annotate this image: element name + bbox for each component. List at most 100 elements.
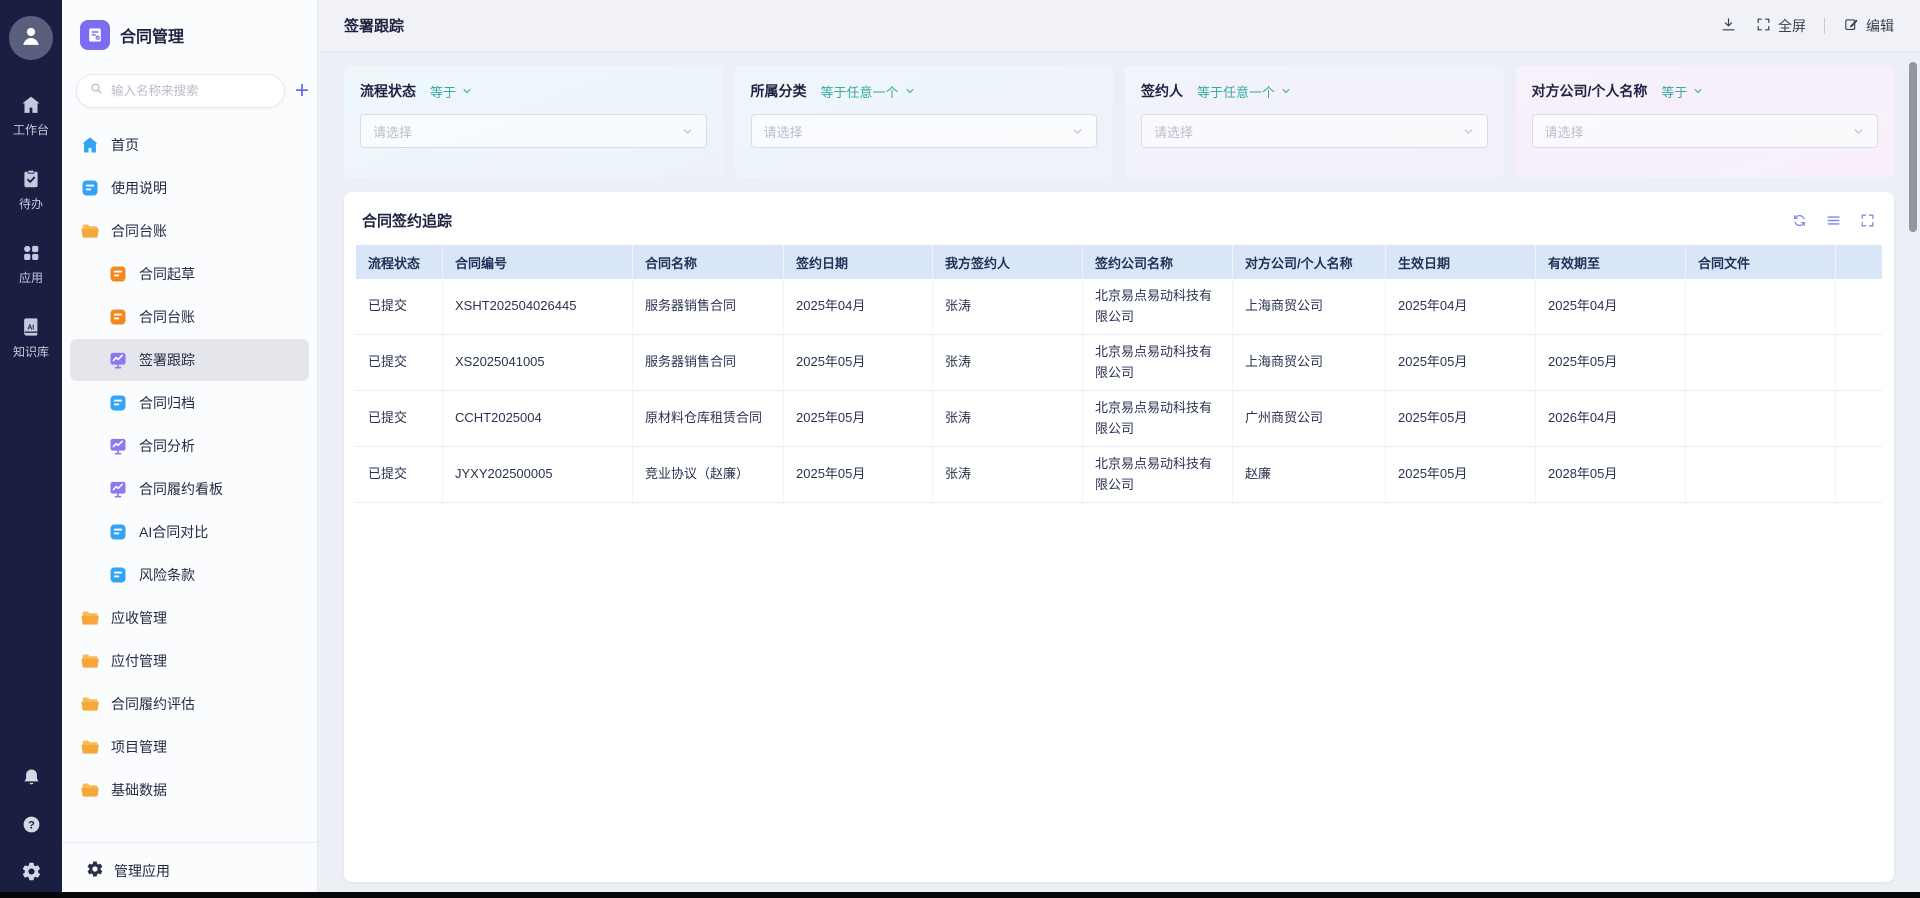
edit-icon: [1843, 16, 1860, 36]
table-cell: 服务器销售合同: [633, 335, 784, 390]
filter-row: 流程状态 等于 请选择 所属分类 等于任意一个 请选择 签约人 等于任意一个: [344, 66, 1894, 178]
table-cell: 已提交: [356, 447, 443, 502]
sidebar-item-使用说明[interactable]: 使用说明: [70, 167, 309, 209]
table-cell: XS2025041005: [443, 335, 633, 390]
folder-icon: [80, 780, 100, 800]
refresh-icon[interactable]: [1791, 212, 1808, 229]
sidebar-item-项目管理[interactable]: 项目管理: [70, 726, 309, 768]
download-button[interactable]: [1720, 16, 1737, 36]
filter-card-2: 所属分类 等于任意一个 请选择: [735, 66, 1114, 178]
sidebar-item-合同归档[interactable]: 合同归档: [70, 382, 309, 424]
filter-head: 流程状态 等于: [360, 81, 707, 101]
sidebar-item-合同起草[interactable]: 合同起草: [70, 253, 309, 295]
search-input[interactable]: [111, 84, 272, 98]
sidebar-item-label: 使用说明: [111, 178, 167, 198]
table-cell: 2025年04月: [784, 279, 933, 334]
help-icon[interactable]: ?: [21, 814, 42, 835]
filter-operator-dropdown[interactable]: 等于任意一个: [821, 82, 916, 101]
sidebar-item-label: 合同履约评估: [111, 694, 195, 714]
scrollbar-thumb[interactable]: [1909, 62, 1917, 232]
sidebar-item-应付管理[interactable]: 应付管理: [70, 640, 309, 682]
sidebar-item-签署跟踪[interactable]: 签署跟踪: [70, 339, 309, 381]
filter-operator-dropdown[interactable]: 等于: [430, 82, 473, 101]
page-title: 签署跟踪: [344, 15, 404, 36]
edit-button[interactable]: 编辑: [1843, 16, 1894, 36]
settings-gear-icon[interactable]: [21, 861, 42, 882]
sidebar-item-合同分析[interactable]: 合同分析: [70, 425, 309, 467]
bottom-edge-bar: [0, 892, 1920, 898]
table-row-1[interactable]: 已提交XSHT202504026445服务器销售合同2025年04月张涛北京易点…: [356, 279, 1882, 335]
table-cell: 赵廉: [1233, 447, 1386, 502]
topbar: 签署跟踪 全屏 编辑: [318, 0, 1920, 52]
table-cell: 北京易点易动科技有限公司: [1083, 335, 1233, 390]
table-row-4[interactable]: 已提交JYXY202500005竞业协议（赵廉）2025年05月张涛北京易点易动…: [356, 447, 1882, 503]
table-cell: 2025年05月: [784, 391, 933, 446]
filter-card-4: 对方公司/个人名称 等于 请选择: [1516, 66, 1895, 178]
column-header: 签约公司名称: [1083, 245, 1233, 279]
rail-item-label: 工作台: [13, 121, 49, 138]
sidebar-item-合同履约看板[interactable]: 合同履约看板: [70, 468, 309, 510]
chevron-down-icon: [1071, 125, 1084, 138]
sidebar-item-合同台账[interactable]: 合同台账: [70, 210, 309, 252]
table-cell: 北京易点易动科技有限公司: [1083, 447, 1233, 502]
table-row-2[interactable]: 已提交XS2025041005服务器销售合同2025年05月张涛北京易点易动科技…: [356, 335, 1882, 391]
chevron-down-icon: [1462, 125, 1475, 138]
rail-item-3[interactable]: 应用: [13, 242, 49, 286]
knowledge-book-icon: AI: [20, 316, 42, 338]
panel-header: 合同签约追踪: [356, 202, 1882, 245]
rail-item-1[interactable]: 工作台: [13, 94, 49, 138]
table-header-row: 流程状态合同编号合同名称签约日期我方签约人签约公司名称对方公司/个人名称生效日期…: [356, 245, 1882, 279]
section-title: 合同签约追踪: [362, 210, 452, 231]
chart-icon: [108, 479, 128, 499]
table-cell: 已提交: [356, 391, 443, 446]
svg-text:?: ?: [28, 819, 35, 831]
column-header: 合同文件: [1686, 245, 1836, 279]
table-cell: 2025年05月: [784, 447, 933, 502]
filter-select[interactable]: 请选择: [751, 114, 1098, 148]
filter-operator-dropdown[interactable]: 等于: [1661, 82, 1704, 101]
avatar[interactable]: [9, 16, 53, 60]
filter-select[interactable]: 请选择: [1532, 114, 1879, 148]
table-cell: [1836, 447, 1882, 502]
table-cell: 2025年05月: [784, 335, 933, 390]
table-cell: 2025年05月: [1386, 335, 1536, 390]
fullscreen-button[interactable]: 全屏: [1755, 16, 1806, 36]
filter-card-1: 流程状态 等于 请选择: [344, 66, 723, 178]
filter-placeholder: 请选择: [1154, 122, 1193, 141]
filter-head: 所属分类 等于任意一个: [751, 81, 1098, 101]
filter-operator-dropdown[interactable]: 等于任意一个: [1197, 82, 1292, 101]
sidebar-item-label: 合同归档: [139, 393, 195, 413]
table-fullscreen-icon[interactable]: [1859, 212, 1876, 229]
table-cell: [1836, 391, 1882, 446]
divider: [1824, 18, 1825, 34]
table-cell: 2025年05月: [1386, 391, 1536, 446]
filter-select[interactable]: 请选择: [360, 114, 707, 148]
sidebar-item-基础数据[interactable]: 基础数据: [70, 769, 309, 811]
table-cell: 已提交: [356, 335, 443, 390]
sidebar-item-应收管理[interactable]: 应收管理: [70, 597, 309, 639]
table-cell: [1686, 279, 1836, 334]
search-box[interactable]: [76, 74, 285, 108]
rail-item-4[interactable]: AI知识库: [13, 316, 49, 360]
sidebar-item-合同履约评估[interactable]: 合同履约评估: [70, 683, 309, 725]
table-cell: 上海商贸公司: [1233, 335, 1386, 390]
rail-item-2[interactable]: 待办: [13, 168, 49, 212]
table-cell: 广州商贸公司: [1233, 391, 1386, 446]
filter-select[interactable]: 请选择: [1141, 114, 1488, 148]
add-button[interactable]: +: [293, 79, 311, 103]
sidebar-item-AI合同对比[interactable]: AI合同对比: [70, 511, 309, 553]
sidebar-item-label: 项目管理: [111, 737, 167, 757]
table-cell: 原材料仓库租赁合同: [633, 391, 784, 446]
folder-icon: [80, 737, 100, 757]
bell-icon[interactable]: [21, 767, 42, 788]
sidebar-item-合同台账[interactable]: 合同台账: [70, 296, 309, 338]
doc-blue-icon: [80, 178, 100, 198]
chevron-down-icon: [681, 125, 694, 138]
menu-icon[interactable]: [1825, 212, 1842, 229]
doc-blue-icon: [108, 522, 128, 542]
sidebar-item-风险条款[interactable]: 风险条款: [70, 554, 309, 596]
rail-bottom: ?: [21, 767, 42, 882]
sidebar-item-首页[interactable]: 首页: [70, 124, 309, 166]
table-row-3[interactable]: 已提交CCHT2025004原材料仓库租赁合同2025年05月张涛北京易点易动科…: [356, 391, 1882, 447]
manage-app-button[interactable]: 管理应用: [62, 842, 317, 898]
